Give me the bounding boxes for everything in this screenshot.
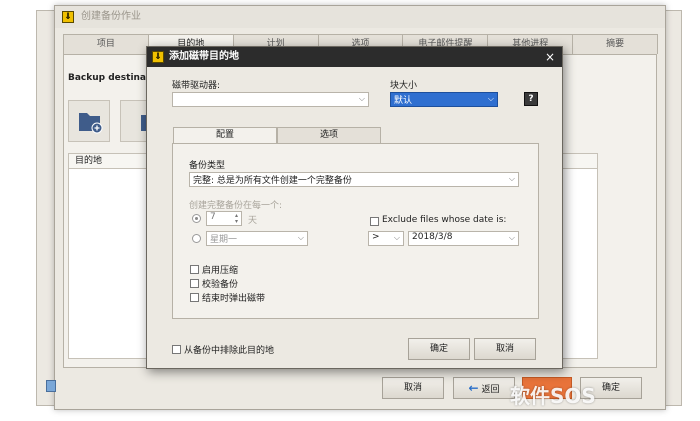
add-folder-icon bbox=[79, 113, 103, 134]
full-every-label: 创建完整备份在每一个: bbox=[189, 201, 283, 211]
back-button[interactable]: ← 返回 bbox=[453, 377, 515, 399]
back-label: 返回 bbox=[481, 385, 500, 395]
main-cancel-label: 取消 bbox=[403, 383, 422, 393]
watermark-text: 软件SOS bbox=[510, 384, 596, 408]
tab-configuration[interactable]: 配置 bbox=[173, 127, 277, 144]
exclude-date-checkbox[interactable] bbox=[370, 217, 379, 226]
backup-type-select[interactable]: 完整: 总是为所有文件创建一个完整备份 ⌵ bbox=[189, 172, 519, 187]
help-icon: ? bbox=[528, 94, 534, 104]
exclude-date-label: Exclude files whose date is: bbox=[382, 215, 507, 225]
weekday-radio[interactable] bbox=[192, 234, 201, 243]
backup-type-label: 备份类型 bbox=[189, 161, 226, 171]
compress-label: 启用压缩 bbox=[202, 266, 239, 276]
weekday-select[interactable]: 星期一 ⌵ bbox=[206, 231, 308, 246]
compress-checkbox[interactable] bbox=[190, 265, 199, 274]
tape-icon bbox=[141, 115, 151, 131]
tab-dialog-options[interactable]: 选项 bbox=[277, 127, 381, 143]
days-value: 7 bbox=[210, 212, 216, 222]
main-window-title: 创建备份作业 bbox=[81, 11, 141, 22]
add-tape-destination-dialog: 添加磁带目的地 ⇓ × 磁带驱动器: ⌵ 块大小 默认 ⌵ ? 配置 选项 备份… bbox=[146, 46, 563, 369]
main-window-titlebar: 创建备份作业 bbox=[55, 6, 665, 28]
block-size-select[interactable]: 默认 ⌵ bbox=[390, 92, 498, 107]
tab-configuration-label: 配置 bbox=[215, 130, 234, 140]
weekday-value: 星期一 bbox=[210, 235, 238, 245]
chevron-down-icon: ⌵ bbox=[393, 233, 400, 242]
dialog-ok-button[interactable]: 确定 bbox=[408, 338, 470, 360]
date-operator-select[interactable]: > ⌵ bbox=[368, 231, 404, 246]
help-button[interactable]: ? bbox=[524, 92, 538, 106]
block-size-value: 默认 bbox=[394, 96, 413, 106]
verify-label: 校验备份 bbox=[202, 280, 239, 290]
chevron-down-icon: ⌵ bbox=[508, 233, 515, 242]
dialog-cancel-label: 取消 bbox=[495, 344, 514, 354]
chevron-down-icon: ⌵ bbox=[358, 94, 365, 103]
dialog-app-icon: ⇓ bbox=[152, 51, 164, 63]
dialog-ok-label: 确定 bbox=[429, 344, 448, 354]
add-folder-destination-button[interactable] bbox=[68, 100, 110, 142]
dialog-close-icon[interactable]: × bbox=[545, 50, 555, 64]
chevron-down-icon: ⌵ bbox=[487, 94, 494, 103]
tab-dialog-options-label: 选项 bbox=[319, 130, 338, 140]
dialog-titlebar: 添加磁带目的地 bbox=[147, 47, 562, 67]
chevron-down-icon: ⌵ bbox=[508, 174, 515, 183]
eject-checkbox[interactable] bbox=[190, 293, 199, 302]
corner-icon bbox=[46, 380, 56, 392]
eject-label: 结束时弹出磁带 bbox=[202, 294, 266, 304]
destination-column-header[interactable]: 目的地 bbox=[75, 156, 102, 166]
days-radio[interactable] bbox=[192, 214, 201, 223]
dialog-cancel-button[interactable]: 取消 bbox=[474, 338, 536, 360]
spinner-icon: ▴ ▾ bbox=[234, 212, 238, 225]
backup-type-value: 完整: 总是为所有文件创建一个完整备份 bbox=[193, 176, 352, 186]
dialog-title: 添加磁带目的地 bbox=[169, 51, 239, 62]
tab-items[interactable]: 项目 bbox=[63, 34, 149, 54]
days-unit: 天 bbox=[248, 216, 258, 226]
date-value: 2018/3/8 bbox=[412, 232, 453, 242]
block-size-label: 块大小 bbox=[390, 81, 418, 91]
back-arrow-icon: ← bbox=[468, 381, 479, 395]
tape-drive-select[interactable]: ⌵ bbox=[172, 92, 369, 107]
date-operator-value: > bbox=[372, 232, 380, 242]
add-tape-destination-button[interactable] bbox=[120, 100, 151, 142]
exclude-destination-checkbox[interactable] bbox=[172, 345, 181, 354]
verify-checkbox[interactable] bbox=[190, 279, 199, 288]
main-ok-label: 确定 bbox=[601, 383, 620, 393]
date-picker[interactable]: 2018/3/8 ⌵ bbox=[408, 231, 519, 246]
chevron-down-icon: ⌵ bbox=[297, 233, 304, 242]
days-spinner[interactable]: 7 ▴ ▾ bbox=[206, 211, 242, 226]
tape-drive-label: 磁带驱动器: bbox=[172, 81, 221, 91]
exclude-destination-label: 从备份中排除此目的地 bbox=[184, 346, 275, 356]
main-cancel-button[interactable]: 取消 bbox=[382, 377, 444, 399]
watermark: 软件SOS bbox=[510, 380, 596, 409]
tab-summary[interactable]: 摘要 bbox=[572, 34, 659, 54]
app-icon: ⇓ bbox=[62, 11, 74, 23]
